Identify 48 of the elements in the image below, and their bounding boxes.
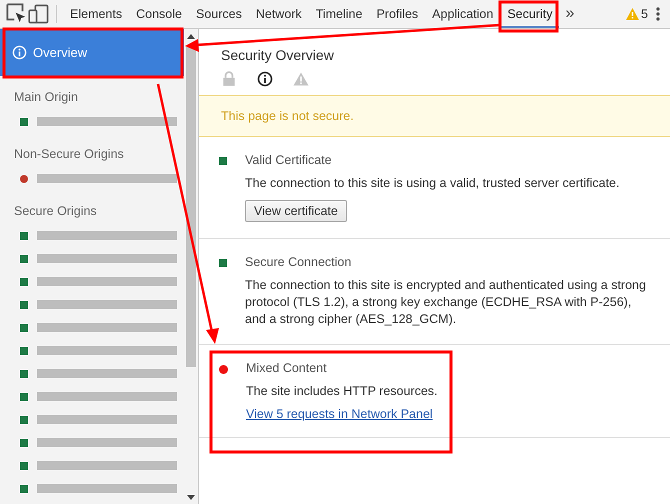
more-tabs-button[interactable]: » [559,5,580,23]
panel-title: Security Overview [221,47,334,63]
inspect-cursor-icon[interactable] [6,3,28,25]
scroll-down-icon[interactable] [187,494,195,500]
warning-icon [626,8,640,20]
overview-item[interactable]: Overview [0,29,184,76]
explanation-title: Secure Connection [245,254,352,269]
panel-tab[interactable]: Network [248,0,309,28]
group-heading: Main Origin [13,89,79,106]
redacted-url-bar[interactable] [37,117,177,126]
info-icon[interactable] [257,71,273,87]
panel-tab[interactable]: Elements [63,0,130,28]
panel-tab[interactable]: Application [425,0,500,28]
redacted-url-bar[interactable] [37,254,177,263]
explanation-text: The connection to this site is encrypted and authenticated using a strong protocol (TLS 1.2), a strong key exchange (ECDHE_RSA with P-256), and a strong cipher (AES_128_GCM). [245,276,647,328]
redacted-url-bar[interactable] [37,277,177,286]
lock-icon[interactable] [221,71,237,87]
view-certificate-button[interactable]: View certificate [245,200,347,222]
redacted-url-bar[interactable] [37,323,177,332]
redacted-url-bar[interactable] [37,346,177,355]
security-banner: This page is not secure. [199,95,670,137]
redacted-url-bar[interactable] [37,438,177,447]
redacted-url-bar[interactable] [37,369,177,378]
group-heading: Secure Origins [13,203,98,220]
redacted-url-bar[interactable] [37,415,177,424]
redacted-url-bar[interactable] [37,484,177,493]
redacted-url-bar[interactable] [37,392,177,401]
info-icon [12,45,27,60]
redacted-url-bar[interactable] [37,461,177,470]
redacted-url-bar[interactable] [37,231,177,240]
panel-tab[interactable]: Sources [188,0,249,28]
redacted-url-bar[interactable] [37,300,177,309]
device-icon[interactable] [28,3,50,25]
menu-icon[interactable] [656,7,660,21]
explanation-title: Valid Certificate [245,153,333,167]
redacted-url-bar[interactable] [37,174,177,183]
panel-tab[interactable]: Console [129,0,189,28]
warning-icon[interactable] [293,71,309,87]
explanation-text: The connection to this site is using a valid, trusted server certificate. [245,175,620,192]
explanation-title: Mixed Content [246,360,328,374]
group-heading: Non-Secure Origins [13,146,125,163]
panel-tab[interactable]: Profiles [369,0,426,28]
annotation-box [498,0,558,32]
explanation-text: The site includes HTTP resources. [246,382,438,400]
panel-tab[interactable]: Security [500,0,560,28]
network-panel-link[interactable]: View 5 requests in Network Panel [246,407,438,422]
warning-count[interactable]: 5 [641,7,648,21]
panel-tab[interactable]: Timeline [308,0,370,28]
